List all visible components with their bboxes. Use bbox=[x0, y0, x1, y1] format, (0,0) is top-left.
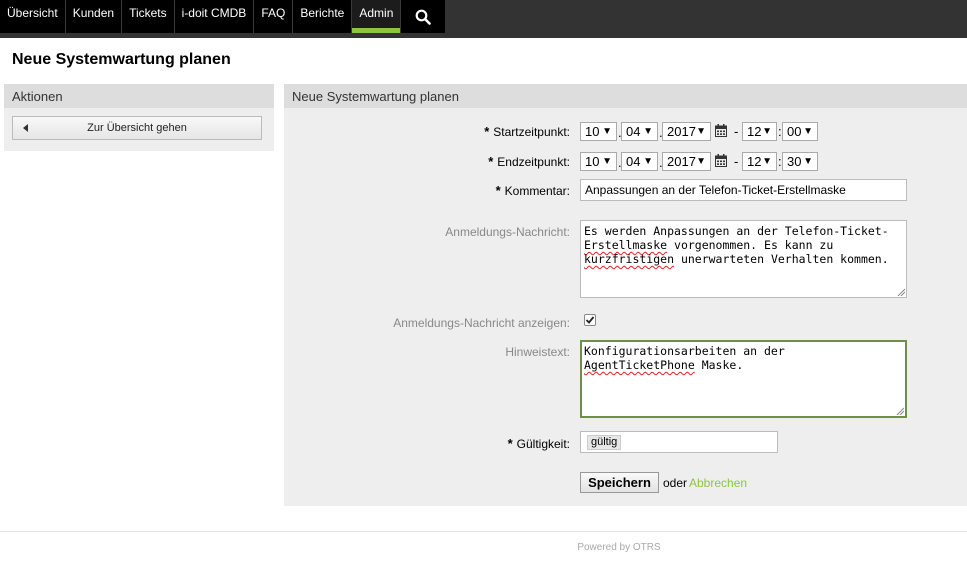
login-message-label: Anmeldungs-Nachricht: bbox=[445, 225, 570, 239]
required-marker: * bbox=[488, 154, 494, 169]
resize-handle-icon[interactable] bbox=[896, 407, 904, 415]
dropdown-arrow-icon: ▼ bbox=[602, 126, 612, 137]
nav-item-kunden[interactable]: Kunden bbox=[66, 0, 123, 33]
time-separator: - bbox=[734, 124, 739, 139]
cancel-link[interactable]: Abbrechen bbox=[689, 476, 747, 490]
start-time-label: * Startzeitpunkt: bbox=[484, 124, 570, 139]
show-login-message-checkbox[interactable] bbox=[584, 314, 596, 326]
calendar-icon[interactable] bbox=[715, 124, 727, 137]
calendar-icon[interactable] bbox=[715, 154, 727, 167]
footer-powered-by[interactable]: Powered by OTRS bbox=[0, 542, 967, 553]
nav-item-idoit-cmdb[interactable]: i-doit CMDB bbox=[175, 0, 255, 33]
save-button[interactable]: Speichern bbox=[580, 472, 659, 493]
dropdown-arrow-icon: ▼ bbox=[762, 126, 772, 137]
end-day-select[interactable]: 10 ▼ bbox=[580, 152, 617, 171]
search-button[interactable] bbox=[401, 0, 445, 33]
time-separator: - bbox=[734, 154, 739, 169]
dropdown-arrow-icon: ▼ bbox=[602, 156, 612, 167]
resize-handle-icon[interactable] bbox=[897, 288, 905, 296]
start-minute-select[interactable]: 00 ▼ bbox=[782, 122, 818, 141]
search-icon bbox=[415, 9, 432, 25]
dropdown-arrow-icon: ▼ bbox=[762, 156, 772, 167]
caret-left-icon bbox=[23, 124, 28, 132]
end-month-select[interactable]: 04 ▼ bbox=[621, 152, 658, 171]
validity-field[interactable]: gültig bbox=[580, 431, 778, 453]
actions-sidebar: Aktionen Zur Übersicht gehen bbox=[4, 84, 274, 151]
nav-item-berichte[interactable]: Berichte bbox=[293, 0, 353, 33]
notify-text-line: AgentTicketPhone Maske. bbox=[584, 358, 744, 372]
nav-item-faq[interactable]: FAQ bbox=[254, 0, 294, 33]
sidebar-header: Aktionen bbox=[4, 84, 274, 108]
dropdown-arrow-icon: ▼ bbox=[803, 126, 813, 137]
top-navigation: Übersicht Kunden Tickets i-doit CMDB FAQ… bbox=[0, 0, 967, 38]
maintenance-form-panel: Neue Systemwartung planen * Startzeitpunk… bbox=[284, 84, 967, 506]
dropdown-arrow-icon: ▼ bbox=[696, 126, 706, 137]
start-hour-select[interactable]: 12 ▼ bbox=[742, 122, 777, 141]
required-marker: * bbox=[507, 436, 513, 451]
show-login-message-label: Anmeldungs-Nachricht anzeigen: bbox=[393, 316, 570, 330]
notify-text-line: Konfigurationsarbeiten an der bbox=[584, 344, 785, 358]
start-year-select[interactable]: 2017 ▼ bbox=[662, 122, 711, 141]
dropdown-arrow-icon: ▼ bbox=[696, 156, 706, 167]
back-to-overview-button[interactable]: Zur Übersicht gehen bbox=[12, 116, 262, 140]
nav-item-tickets[interactable]: Tickets bbox=[122, 0, 175, 33]
notify-text-textarea[interactable]: Konfigurationsarbeiten an der AgentTicke… bbox=[580, 340, 907, 418]
nav-item-admin[interactable]: Admin bbox=[352, 0, 402, 33]
panel-header: Neue Systemwartung planen bbox=[284, 84, 967, 108]
login-message-line: Erstellmaske vorgenommen. Es kann zu bbox=[584, 238, 834, 252]
page-title: Neue Systemwartung planen bbox=[12, 51, 231, 68]
nav-item-uebersicht[interactable]: Übersicht bbox=[0, 0, 66, 33]
validity-label: * Gültigkeit: bbox=[507, 436, 570, 451]
notify-text-label: Hinweistext: bbox=[505, 345, 570, 359]
end-minute-select[interactable]: 30 ▼ bbox=[782, 152, 818, 171]
comment-label: * Kommentar: bbox=[495, 183, 570, 198]
dropdown-arrow-icon: ▼ bbox=[643, 156, 653, 167]
login-message-line: Es werden Anpassungen an der Telefon-Tic… bbox=[584, 224, 889, 238]
or-text: oder bbox=[663, 476, 688, 490]
login-message-textarea[interactable]: Es werden Anpassungen an der Telefon-Tic… bbox=[580, 220, 907, 298]
checkmark-icon bbox=[585, 316, 595, 324]
required-marker: * bbox=[484, 124, 490, 139]
dropdown-arrow-icon: ▼ bbox=[643, 126, 653, 137]
login-message-line: kurzfristigen unerwarteten Verhalten kom… bbox=[584, 252, 889, 266]
start-day-select[interactable]: 10 ▼ bbox=[580, 122, 617, 141]
required-marker: * bbox=[495, 183, 501, 198]
footer-divider bbox=[0, 531, 967, 532]
end-year-select[interactable]: 2017 ▼ bbox=[662, 152, 711, 171]
validity-tag: gültig bbox=[587, 435, 622, 450]
end-hour-select[interactable]: 12 ▼ bbox=[742, 152, 777, 171]
back-button-label: Zur Übersicht gehen bbox=[87, 122, 187, 134]
start-month-select[interactable]: 04 ▼ bbox=[621, 122, 658, 141]
comment-input[interactable]: Anpassungen an der Telefon-Ticket-Erstel… bbox=[580, 179, 907, 201]
nav-menu: Übersicht Kunden Tickets i-doit CMDB FAQ… bbox=[0, 0, 446, 33]
dropdown-arrow-icon: ▼ bbox=[803, 156, 813, 167]
end-time-label: * Endzeitpunkt: bbox=[488, 154, 570, 169]
